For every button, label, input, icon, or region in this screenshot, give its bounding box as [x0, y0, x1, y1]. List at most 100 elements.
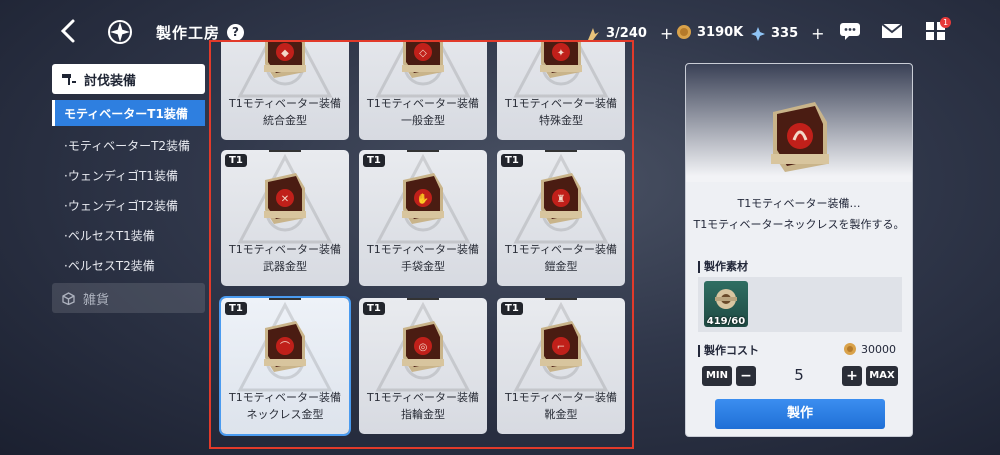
min-button[interactable]: MIN [702, 366, 732, 386]
gold-value: 3190K [697, 24, 744, 40]
chat-icon[interactable] [838, 20, 862, 42]
gem-value: 335 [771, 26, 799, 41]
recipe-card[interactable]: T1 ✕ T1モティベーター装備 武器金型 [221, 150, 349, 286]
recipe-card[interactable]: T1 ⌒ T1モティベーター装備 ネックレス金型 [221, 298, 349, 434]
misc-label: 雑貨 [83, 292, 110, 308]
svg-text:✦: ✦ [557, 48, 565, 59]
card-top-line [545, 298, 577, 300]
subcategory-item[interactable]: モティベーターT1装備 [52, 100, 205, 126]
detail-item-description: T1モティベーターネックレスを製作する。 [693, 218, 905, 231]
gem-plus-button[interactable]: + [811, 24, 824, 43]
card-subtitle: 手袋金型 [401, 260, 445, 273]
mold-item-icon: ♜ [540, 173, 582, 224]
detail-panel: T1モティベーター装備… T1モティベーターネックレスを製作する。 製作素材 4… [685, 63, 913, 437]
card-subtitle: 一般金型 [401, 114, 445, 127]
card-title: T1モティベーター装備 [504, 391, 618, 404]
mold-item-icon: ⌐ [540, 321, 582, 372]
category-hunting-equipment[interactable]: 討伐装備 [52, 64, 205, 94]
decrease-button[interactable]: − [736, 366, 756, 386]
subcategory-item[interactable]: ·ペルセスT1装備 [52, 220, 205, 250]
materials-heading: 製作素材 [698, 261, 748, 273]
max-button[interactable]: MAX [866, 366, 898, 386]
tier-badge: T1 [501, 154, 523, 167]
recipe-card[interactable]: T1 ⌐ T1モティベーター装備 靴金型 [497, 298, 625, 434]
card-subtitle: ネックレス金型 [246, 408, 324, 421]
cost-amount: 30000 [861, 342, 896, 356]
card-subtitle: 統合金型 [263, 114, 307, 127]
cost-value: 30000 [843, 342, 896, 356]
svg-text:◇: ◇ [419, 48, 427, 59]
card-top-line [269, 298, 301, 300]
card-title: T1モティベーター装備 [504, 243, 618, 256]
recipe-grid: ◆ T1モティベーター装備 統合金型 ◇ T1モティベーター装備 一般金型 ✦ T1モティベー… [209, 40, 634, 449]
mold-item-icon: ◇ [402, 42, 444, 78]
recipe-card[interactable]: ◆ T1モティベーター装備 統合金型 [221, 42, 349, 140]
recipe-card[interactable]: T1 ◎ T1モティベーター装備 指輪金型 [359, 298, 487, 434]
hammer-icon [62, 74, 76, 85]
card-title: T1モティベーター装備 [228, 97, 342, 110]
stamina-plus-button[interactable]: + [660, 24, 673, 43]
svg-text:♜: ♜ [557, 194, 566, 205]
category-label: 討伐装備 [84, 73, 137, 89]
cost-heading: 製作コスト [698, 345, 759, 357]
mold-item-icon [771, 102, 829, 172]
subcategory-list: モティベーターT1装備 ·モティベーターT2装備 ·ウェンディゴT1装備 ·ウェ… [52, 100, 205, 280]
svg-text:◎: ◎ [419, 342, 428, 353]
card-title: T1モティベーター装備 [228, 243, 342, 256]
gold-coin-icon [677, 25, 691, 39]
box-icon [62, 291, 75, 305]
tier-badge: T1 [225, 154, 247, 167]
gold-coin-icon [844, 343, 856, 355]
card-top-line [407, 150, 439, 152]
material-count: 419/60 [706, 316, 746, 327]
mail-icon[interactable] [880, 20, 904, 42]
craft-button[interactable]: 製作 [715, 399, 885, 429]
recipe-card[interactable]: T1 ✋ T1モティベーター装備 手袋金型 [359, 150, 487, 286]
workshop-logo-icon [108, 20, 132, 44]
material-parts-icon [715, 289, 737, 309]
subcategory-item[interactable]: ·ペルセスT2装備 [52, 250, 205, 280]
card-subtitle: 鎧金型 [544, 260, 578, 273]
subcategory-item[interactable]: ·モティベーターT2装備 [52, 130, 205, 160]
mold-item-icon: ✕ [264, 173, 306, 224]
category-misc[interactable]: 雑貨 [52, 283, 205, 313]
subcategory-item[interactable]: ·ウェンディゴT2装備 [52, 190, 205, 220]
card-title: T1モティベーター装備 [366, 391, 480, 404]
card-subtitle: 靴金型 [544, 408, 578, 421]
svg-text:⌐: ⌐ [557, 342, 565, 353]
card-top-line [407, 298, 439, 300]
detail-item-name: T1モティベーター装備… [737, 197, 861, 210]
tier-badge: T1 [363, 154, 385, 167]
help-icon[interactable]: ? [227, 24, 244, 41]
card-title: T1モティベーター装備 [366, 243, 480, 256]
notification-badge: 1 [940, 17, 951, 28]
mold-item-icon: ◎ [402, 321, 444, 372]
svg-text:◆: ◆ [281, 48, 289, 59]
mold-item-icon: ✦ [540, 42, 582, 78]
gold-counter: 3190K [676, 24, 743, 40]
tier-badge: T1 [363, 302, 385, 315]
tier-badge: T1 [501, 302, 523, 315]
card-top-line [269, 150, 301, 152]
svg-text:✋: ✋ [417, 192, 429, 205]
card-subtitle: 武器金型 [263, 260, 307, 273]
mold-item-icon: ✋ [402, 173, 444, 224]
svg-text:✕: ✕ [281, 194, 289, 205]
materials-box: 419/60 [698, 277, 902, 332]
gem-icon [751, 26, 765, 41]
svg-text:⌒: ⌒ [280, 341, 290, 353]
material-slot[interactable]: 419/60 [704, 281, 748, 327]
subcategory-item[interactable]: ·ウェンディゴT1装備 [52, 160, 205, 190]
mold-item-icon: ◆ [264, 42, 306, 78]
card-top-line [545, 150, 577, 152]
card-subtitle: 指輪金型 [401, 408, 445, 421]
gem-counter: 335 + [750, 24, 825, 43]
increase-button[interactable]: + [842, 366, 862, 386]
quantity-value: 5 [794, 366, 804, 384]
recipe-card[interactable]: T1 ♜ T1モティベーター装備 鎧金型 [497, 150, 625, 286]
back-arrow-icon[interactable] [56, 18, 82, 44]
recipe-card[interactable]: ◇ T1モティベーター装備 一般金型 [359, 42, 487, 140]
card-title: T1モティベーター装備 [228, 391, 342, 404]
recipe-card[interactable]: ✦ T1モティベーター装備 特殊金型 [497, 42, 625, 140]
tier-badge: T1 [225, 302, 247, 315]
